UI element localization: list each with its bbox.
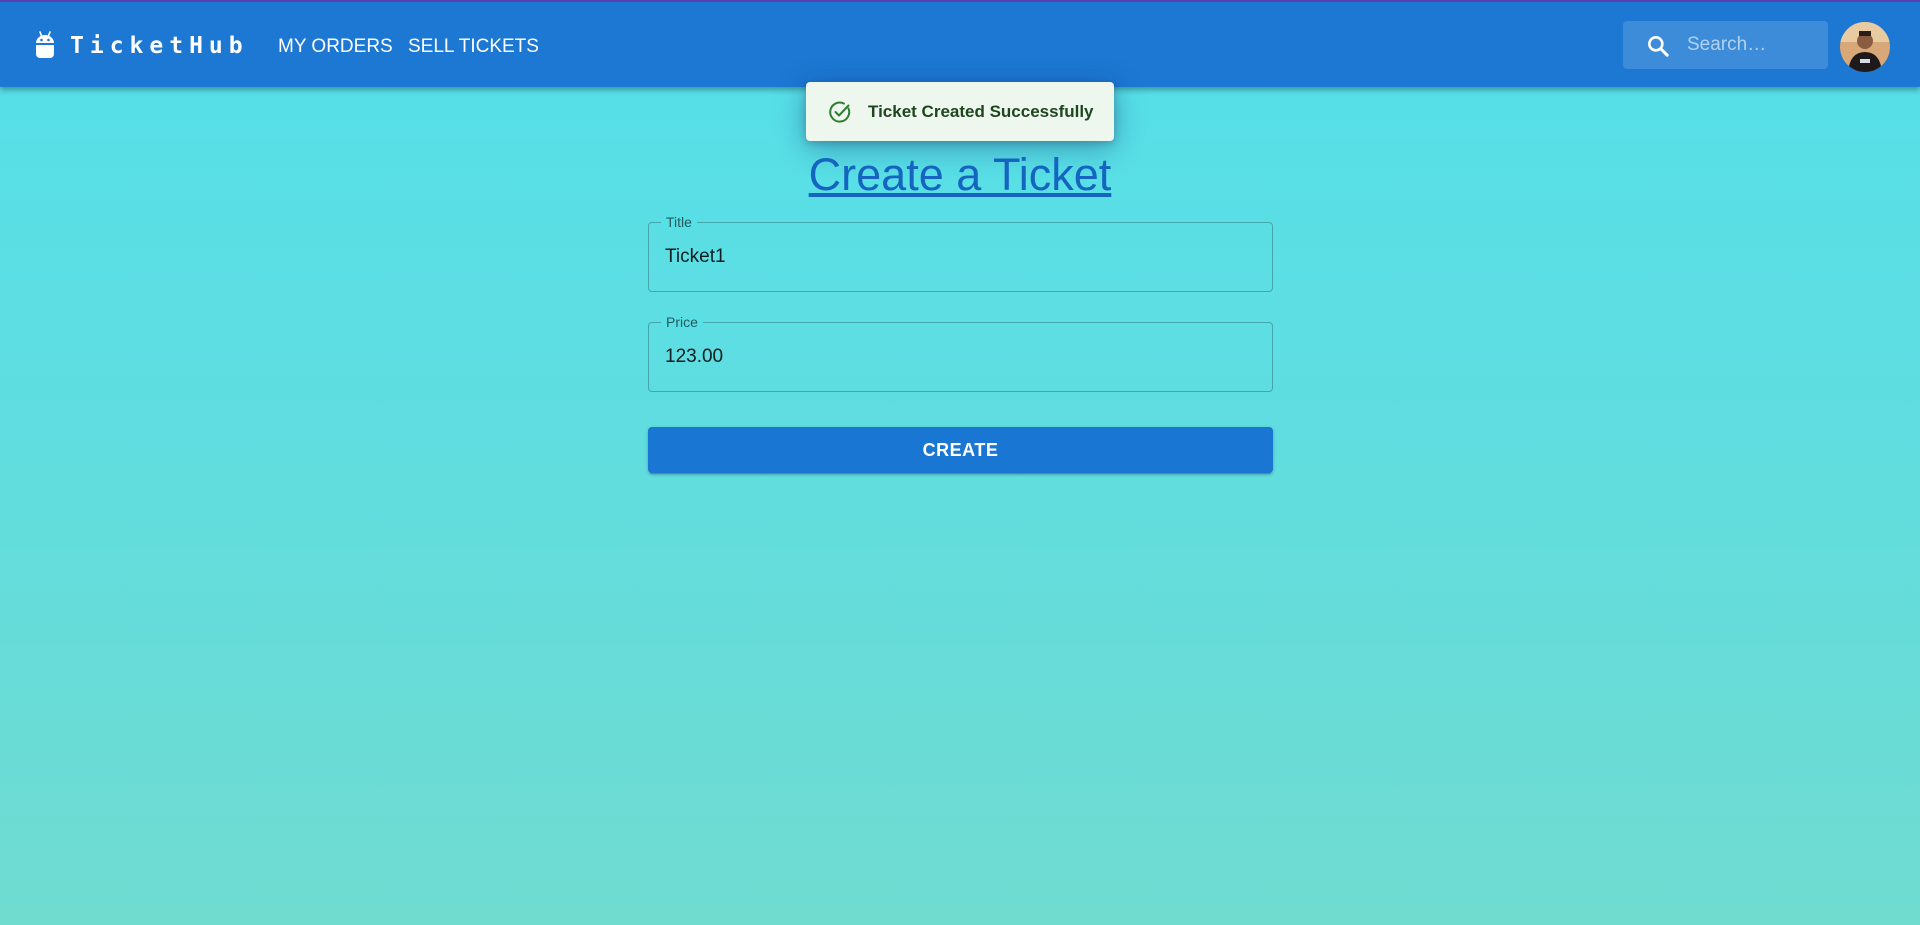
avatar[interactable] xyxy=(1840,22,1890,72)
avatar-image xyxy=(1840,22,1890,72)
search-box[interactable] xyxy=(1623,21,1828,69)
title-input[interactable] xyxy=(649,223,1272,291)
search-icon xyxy=(1648,36,1669,57)
create-button[interactable]: CREATE xyxy=(648,427,1273,473)
title-field[interactable]: Title xyxy=(648,213,1273,292)
check-circle-icon xyxy=(829,101,851,123)
success-toast: Ticket Created Successfully xyxy=(806,82,1114,141)
search-input[interactable] xyxy=(1681,21,1821,69)
price-input[interactable] xyxy=(649,323,1272,391)
page-title[interactable]: Create a Ticket xyxy=(0,148,1920,202)
brand-name[interactable]: TicketHub xyxy=(70,31,249,61)
android-icon xyxy=(36,31,54,58)
app-bar: TicketHub MY ORDERS SELL TICKETS xyxy=(0,0,1920,87)
nav-my-orders[interactable]: MY ORDERS xyxy=(278,35,393,59)
nav-sell-tickets[interactable]: SELL TICKETS xyxy=(408,35,539,59)
toast-message: Ticket Created Successfully xyxy=(868,102,1094,121)
price-field[interactable]: Price xyxy=(648,313,1273,392)
